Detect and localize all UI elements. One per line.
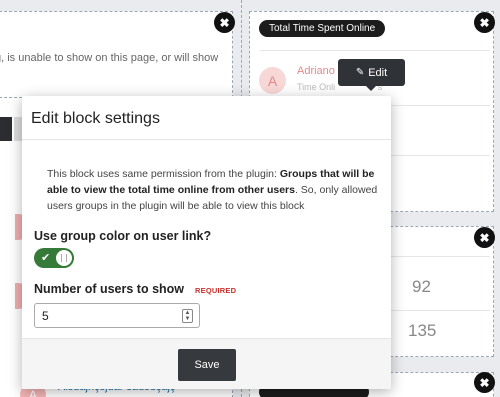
divider: [260, 50, 490, 51]
users-field-label-row: Number of users to show REQUIRED: [34, 282, 379, 296]
block-description: This block uses same permission from the…: [34, 140, 379, 214]
description-text: This block uses same permission from the…: [47, 168, 280, 180]
dialog-header: Edit block settings: [22, 96, 391, 140]
users-count-value: 5: [42, 309, 49, 323]
edit-button[interactable]: ✎ Edit: [338, 59, 405, 91]
dialog-footer: Save: [22, 338, 391, 389]
edit-block-settings-dialog: Edit block settings This block uses same…: [22, 96, 391, 389]
user-time-label: Time Onli: [297, 82, 336, 92]
dialog-body: This block uses same permission from the…: [22, 140, 391, 328]
avatar: A: [259, 67, 286, 94]
toggle-knob: [56, 250, 72, 266]
block-title-pill: Total Time Spent Online: [259, 20, 386, 37]
users-count-label: Number of users to show: [34, 282, 185, 296]
dialog-title: Edit block settings: [31, 110, 160, 127]
users-count-input[interactable]: 5 ▲ ▼: [34, 303, 200, 328]
user-link[interactable]: Adriano: [297, 65, 335, 77]
edit-label: Edit: [368, 66, 388, 79]
stat-value: 92: [412, 277, 431, 296]
close-icon[interactable]: ✖: [214, 12, 235, 33]
check-icon: ✔: [41, 252, 51, 264]
close-icon[interactable]: ✖: [474, 12, 495, 33]
required-badge: REQUIRED: [195, 286, 237, 295]
spinner-icon[interactable]: ▲ ▼: [182, 309, 193, 323]
stat-value: 135: [408, 321, 437, 340]
group-color-label: Use group color on user link?: [34, 229, 212, 243]
close-icon[interactable]: ✖: [474, 227, 495, 248]
save-button[interactable]: Save: [178, 349, 236, 381]
pencil-icon: ✎: [355, 67, 365, 78]
group-color-toggle[interactable]: ✔: [34, 248, 74, 268]
block-message: g, is unable to show on this page, or wi…: [0, 52, 219, 64]
close-icon[interactable]: ✖: [474, 372, 495, 393]
block-card: g, is unable to show on this page, or wi…: [0, 11, 233, 98]
list-view-icon[interactable]: [0, 117, 12, 141]
